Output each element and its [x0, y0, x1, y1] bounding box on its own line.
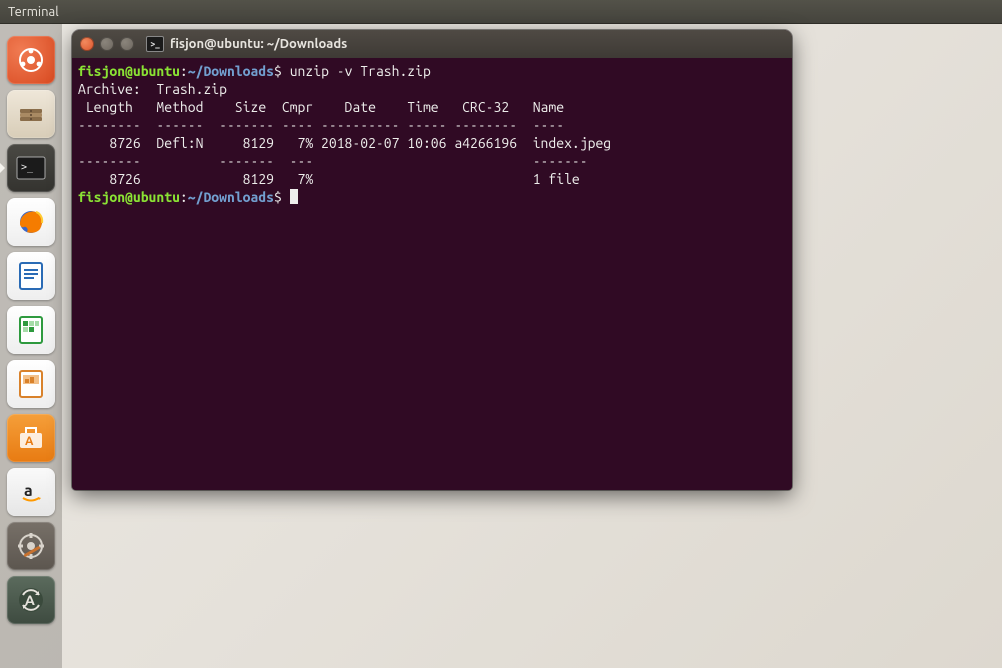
window-close-button[interactable] — [80, 37, 94, 51]
impress-icon[interactable] — [7, 360, 55, 408]
desktop: >_ Aa A >_ fisjon@ubuntu: ~/Downloads fisj… — [0, 24, 1002, 668]
terminal-titlebar[interactable]: >_ fisjon@ubuntu: ~/Downloads — [72, 30, 792, 58]
svg-text:a: a — [24, 482, 33, 500]
prompt-user-host: fisjon@ubuntu — [78, 63, 180, 79]
updater-icon[interactable]: A — [7, 576, 55, 624]
terminal-window[interactable]: >_ fisjon@ubuntu: ~/Downloads fisjon@ubu… — [72, 30, 792, 490]
calc-icon[interactable] — [7, 306, 55, 354]
prompt-sep: : — [180, 189, 188, 205]
prompt-sep: : — [180, 63, 188, 79]
window-minimize-button[interactable] — [100, 37, 114, 51]
dash-icon[interactable] — [7, 36, 55, 84]
terminal-body[interactable]: fisjon@ubuntu:~/Downloads$ unzip -v Tras… — [72, 58, 792, 490]
amazon-icon[interactable]: a — [7, 468, 55, 516]
terminal-window-title: fisjon@ubuntu: ~/Downloads — [170, 37, 347, 51]
firefox-icon[interactable] — [7, 198, 55, 246]
software-icon[interactable]: A — [7, 414, 55, 462]
writer-icon[interactable] — [7, 252, 55, 300]
terminal-output-archive: Archive: Trash.zip — [78, 81, 227, 97]
terminal-command: unzip -v Trash.zip — [290, 63, 431, 79]
prompt-user-host: fisjon@ubuntu — [78, 189, 180, 205]
terminal-output-footer: 8726 8129 7% 1 file — [78, 171, 580, 187]
prompt-path: ~/Downloads — [188, 189, 274, 205]
launcher: >_ Aa A — [0, 24, 62, 668]
terminal-titlebar-icon: >_ — [146, 36, 164, 52]
terminal-output-header: Length Method Size Cmpr Date Time CRC-32… — [78, 99, 564, 115]
settings-icon[interactable] — [7, 522, 55, 570]
svg-text:A: A — [25, 435, 34, 448]
terminal-output-row: 8726 Defl:N 8129 7% 2018-02-07 10:06 a42… — [78, 135, 611, 151]
svg-text:>_: >_ — [21, 162, 34, 173]
prompt-dollar: $ — [274, 189, 282, 205]
menubar-title: Terminal — [8, 5, 59, 19]
window-maximize-button[interactable] — [120, 37, 134, 51]
files-icon[interactable] — [7, 90, 55, 138]
terminal-output-divider: -------- ------ ------- ---- ---------- … — [78, 117, 564, 133]
prompt-dollar: $ — [274, 63, 282, 79]
terminal-icon[interactable]: >_ — [7, 144, 55, 192]
svg-text:A: A — [25, 592, 35, 608]
terminal-output-footer-divider: -------- ------- --- ------- — [78, 153, 588, 169]
menubar: Terminal — [0, 0, 1002, 24]
prompt-path: ~/Downloads — [188, 63, 274, 79]
terminal-cursor — [290, 189, 298, 204]
